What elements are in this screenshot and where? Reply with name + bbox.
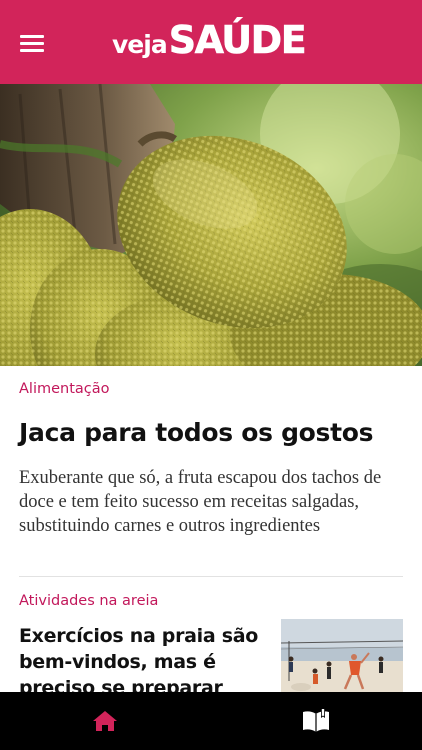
brand-name: SAÚDE (168, 18, 307, 63)
lead-article-category[interactable]: Alimentação (19, 381, 110, 397)
article-divider (19, 576, 403, 577)
jackfruit-photo (0, 84, 422, 366)
lead-article-title[interactable]: Jaca para todos os gostos (19, 418, 409, 447)
second-article-category[interactable]: Atividades na areia (19, 593, 158, 609)
open-book-icon (303, 709, 329, 732)
tab-magazine[interactable] (281, 692, 351, 750)
hamburger-menu-icon[interactable] (14, 28, 50, 58)
second-article-title[interactable]: Exercícios na praia são bem-vindos, mas … (19, 623, 269, 701)
tab-home[interactable] (70, 692, 140, 750)
bottom-tab-bar (0, 692, 422, 750)
second-article-thumbnail[interactable] (281, 619, 403, 699)
beach-volleyball-photo (281, 619, 403, 699)
lead-article-summary[interactable]: Exuberante que só, a fruta escapou dos t… (19, 466, 409, 538)
brand-prefix: veja (112, 30, 168, 59)
app-screen: veja SAÚDE Alimentação Jaca para todos o… (0, 0, 422, 750)
home-icon (93, 711, 117, 731)
app-header: veja SAÚDE (0, 0, 422, 84)
brand-logo[interactable]: veja SAÚDE (112, 18, 307, 66)
lead-article-image[interactable] (0, 84, 422, 366)
